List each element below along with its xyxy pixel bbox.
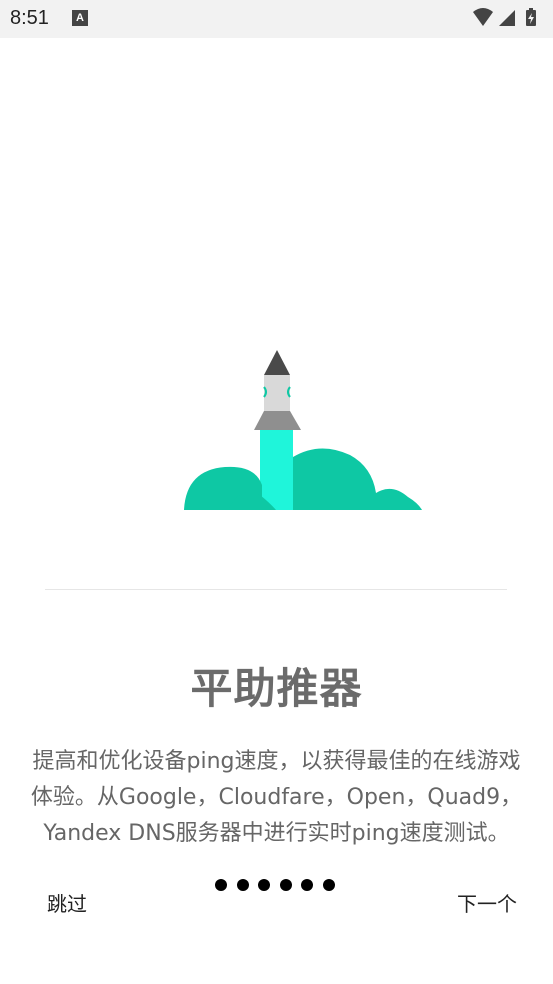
page-dot[interactable]: [215, 879, 227, 891]
page-dot[interactable]: [236, 879, 249, 891]
page-dot[interactable]: [301, 879, 313, 891]
page-indicator: [215, 879, 344, 891]
page-title: 平助推器: [190, 664, 363, 713]
rocket-body: [264, 375, 290, 411]
status-bar: 8:51 A: [0, 0, 553, 38]
divider: [45, 589, 507, 590]
text-a-icon: A: [72, 10, 88, 26]
page-dot[interactable]: [322, 879, 335, 891]
rocket-exhaust: [260, 430, 293, 510]
page-dot[interactable]: [258, 879, 270, 891]
page-description: 提高和优化设备ping速度，以获得最佳的在线游戏体验。从Google，Cloud…: [30, 749, 523, 846]
signal-icon: [499, 10, 515, 26]
onboarding-screen: 8:51 A 平助推器 提高和优化设备ping速度，以获得最佳的在线游戏体验。从…: [0, 0, 553, 984]
rocket-nose: [264, 350, 290, 375]
rocket-fin: [254, 411, 301, 430]
cloud-shape: [184, 448, 422, 510]
next-button[interactable]: 下一个: [457, 888, 517, 917]
status-icons: [473, 8, 536, 26]
battery-charging-icon: [526, 8, 536, 26]
page-dot[interactable]: [279, 879, 292, 891]
skip-button[interactable]: 跳过: [47, 888, 87, 917]
wifi-icon: [473, 8, 493, 26]
rocket-launch-illustration: [184, 350, 422, 510]
status-time: 8:51: [10, 7, 49, 29]
